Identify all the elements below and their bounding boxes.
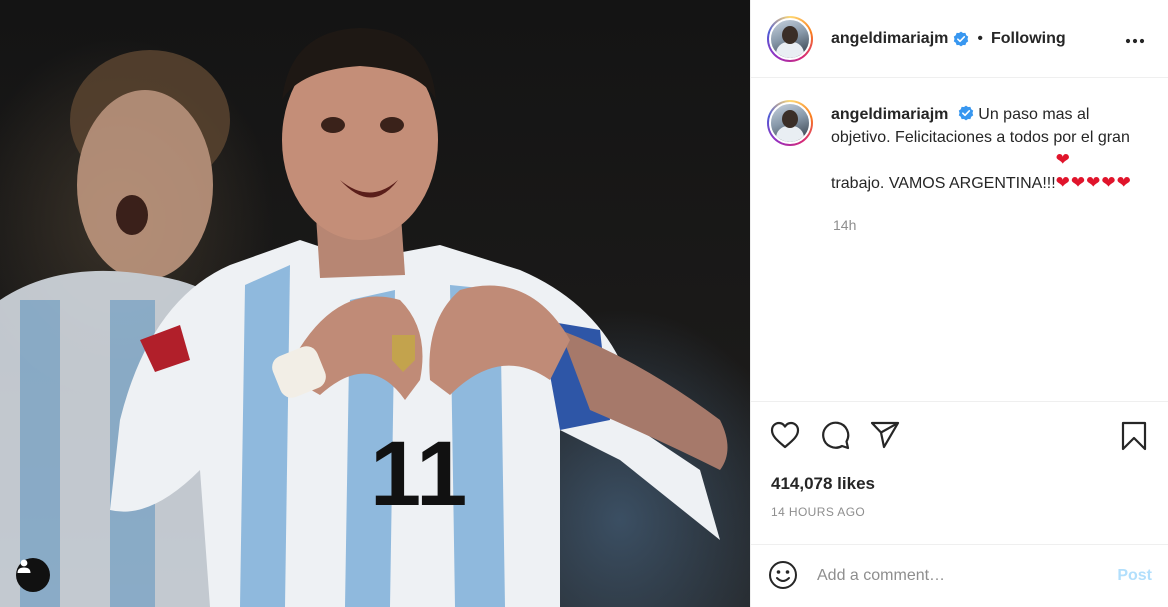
post-photo[interactable]: 11	[0, 0, 750, 607]
avatar[interactable]	[769, 17, 811, 60]
caption-story-ring[interactable]	[767, 100, 813, 146]
like-button[interactable]	[768, 420, 802, 454]
verified-icon	[953, 31, 969, 47]
caption-timestamp[interactable]: 14h	[833, 217, 1152, 233]
verified-icon	[958, 105, 974, 121]
save-button[interactable]	[1117, 420, 1151, 454]
caption-avatar[interactable]	[769, 102, 811, 144]
post-comment-button[interactable]: Post	[1117, 567, 1152, 585]
jersey-number: 11	[370, 423, 467, 525]
caption-username[interactable]: angeldimariajm	[831, 106, 948, 123]
comments-section: angeldimariajm Un paso mas al objetivo. …	[751, 78, 1168, 401]
more-options-icon	[1125, 31, 1145, 47]
following-button[interactable]: Following	[991, 30, 1066, 48]
action-bar	[751, 401, 1168, 471]
caption: angeldimariajm Un paso mas al objetivo. …	[767, 100, 1152, 195]
likes-count[interactable]: 414,078 likes	[751, 471, 1168, 497]
photo-illustration: 11	[0, 28, 728, 607]
story-ring[interactable]	[767, 15, 813, 62]
post-header: angeldimariajm • Following	[751, 0, 1168, 78]
bookmark-icon	[1121, 421, 1147, 454]
emoji-button[interactable]	[767, 560, 799, 592]
comment-button[interactable]	[818, 420, 852, 454]
header-username[interactable]: angeldimariajm	[831, 30, 948, 48]
more-options-button[interactable]	[1120, 27, 1150, 51]
share-icon	[870, 421, 900, 452]
caption-hearts: ❤ ❤❤❤❤❤	[1055, 150, 1132, 193]
comment-composer: Post	[751, 544, 1168, 607]
post-timestamp[interactable]: 14 HOURS AGO	[751, 505, 1168, 525]
comment-icon	[820, 420, 850, 453]
post-sidebar: angeldimariajm • Following angeldimariaj…	[750, 0, 1168, 607]
tagged-users-button[interactable]	[16, 558, 50, 592]
share-button[interactable]	[868, 420, 902, 454]
post-modal: 11 angeldimariajm • Following angeldimar…	[0, 0, 1168, 607]
heart-icon	[770, 421, 800, 452]
comment-input[interactable]	[817, 567, 1110, 585]
header-separator: •	[977, 29, 983, 47]
emoji-icon	[768, 560, 798, 593]
caption-text-block: angeldimariajm Un paso mas al objetivo. …	[831, 100, 1151, 195]
